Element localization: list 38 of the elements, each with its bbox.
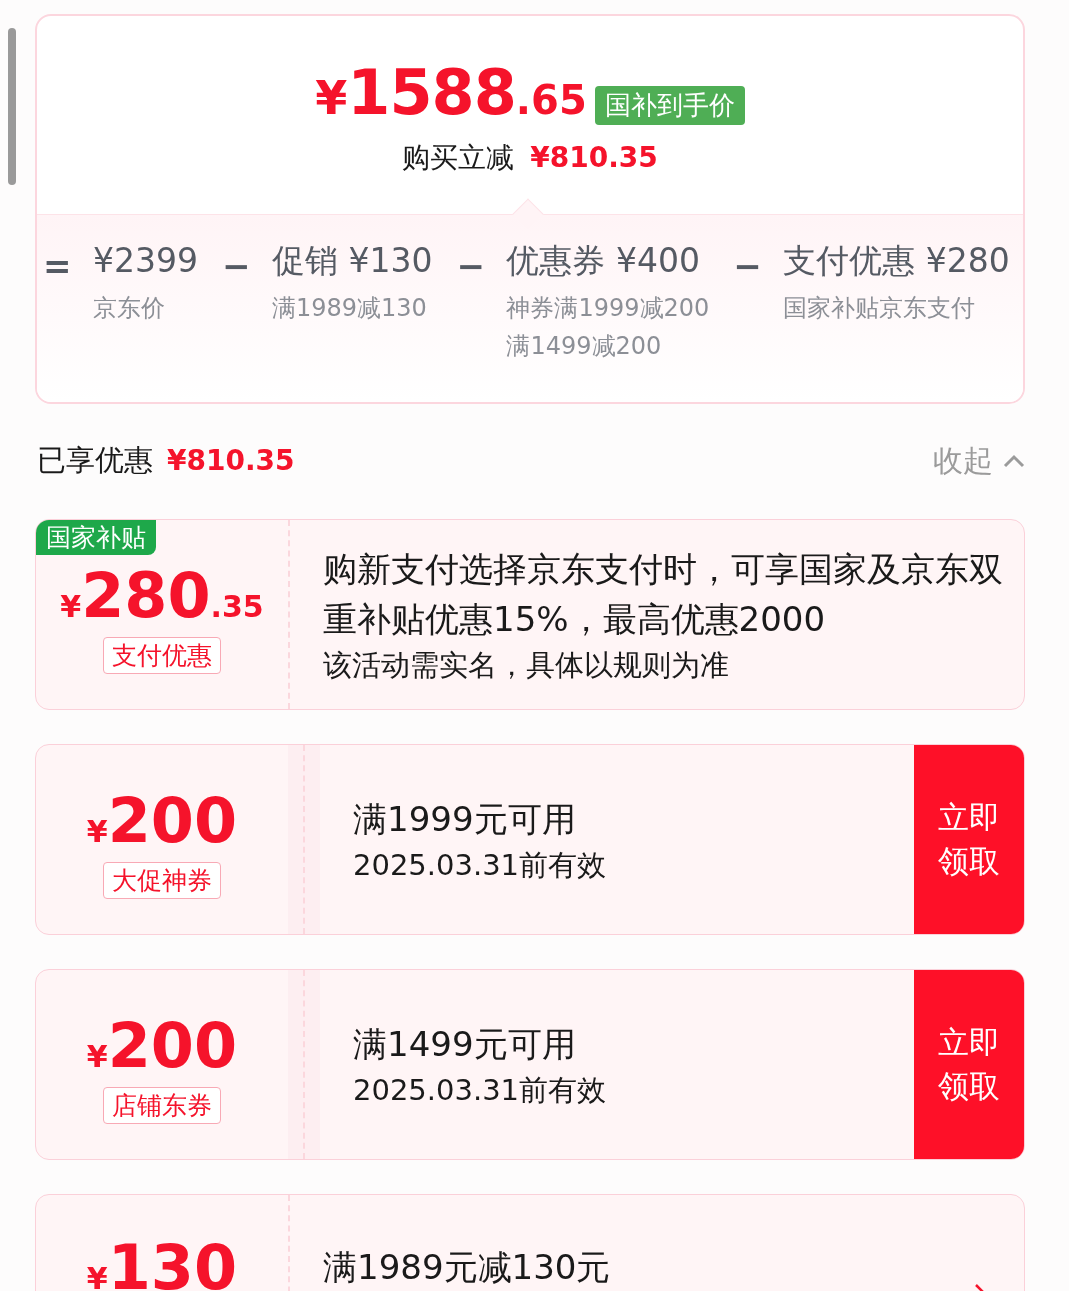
offer-title: 满1499元可用 xyxy=(353,1023,577,1067)
saving-label: 购买立减 xyxy=(402,140,515,176)
price-component: 促销 ¥130 xyxy=(272,241,433,281)
operator-sign: = xyxy=(43,245,69,288)
offer-amount: ¥130 xyxy=(86,1237,238,1291)
offer-type-label: 店铺东券 xyxy=(103,1087,221,1124)
component-note: 国家补贴京东支付 xyxy=(783,292,977,324)
final-price: ¥1588.65 xyxy=(315,62,587,131)
price-badge: 国补到手价 xyxy=(594,85,745,125)
claim-button[interactable]: 立即领取 xyxy=(914,745,1024,934)
discount-amount: ¥810.35 xyxy=(167,442,295,479)
operator-sign: − xyxy=(222,245,248,288)
offer-type-label: 大促神券 xyxy=(103,862,221,899)
offer-title: 满1989元减130元 xyxy=(323,1246,611,1289)
operator-sign: − xyxy=(456,245,483,288)
offer-amount: ¥200 xyxy=(86,1015,238,1079)
operator-sign: − xyxy=(733,245,760,288)
offer-title: 购新支付选择京东支付时，可享国家及京东双重补贴优惠15%，最高优惠2000 xyxy=(323,548,1004,641)
offer-validity: 该活动需实名，具体以规则为准 xyxy=(323,647,730,685)
offer-amount: ¥280.35 xyxy=(60,565,264,629)
claim-button[interactable]: 立即领取 xyxy=(914,970,1024,1159)
offer-amount: ¥200 xyxy=(86,790,238,854)
component-note: 神券满1999减200 满1499减200 xyxy=(506,292,710,362)
price-component: ¥2399 xyxy=(93,241,198,281)
collapse-toggle[interactable]: 收起 xyxy=(933,438,1025,483)
chevron-up-icon xyxy=(1003,453,1025,468)
offer-validity: 2025.03.31前有效 xyxy=(353,1072,608,1110)
price-component: 优惠券 ¥400 xyxy=(506,241,701,281)
offer-validity: 2025.03.31前有效 xyxy=(353,847,608,885)
component-note: 满1989减130 xyxy=(272,292,428,324)
discount-label: 已享优惠 xyxy=(37,441,153,479)
price-component: 支付优惠 ¥280 xyxy=(783,241,1010,281)
subsidy-tag: 国家补贴 xyxy=(36,520,156,555)
offer-title: 满1999元可用 xyxy=(353,798,577,842)
scrollbar[interactable] xyxy=(8,28,16,185)
saving-amount: ¥810.35 xyxy=(530,140,658,176)
offer-type-label: 支付优惠 xyxy=(103,637,221,674)
component-note: 京东价 xyxy=(93,292,166,324)
